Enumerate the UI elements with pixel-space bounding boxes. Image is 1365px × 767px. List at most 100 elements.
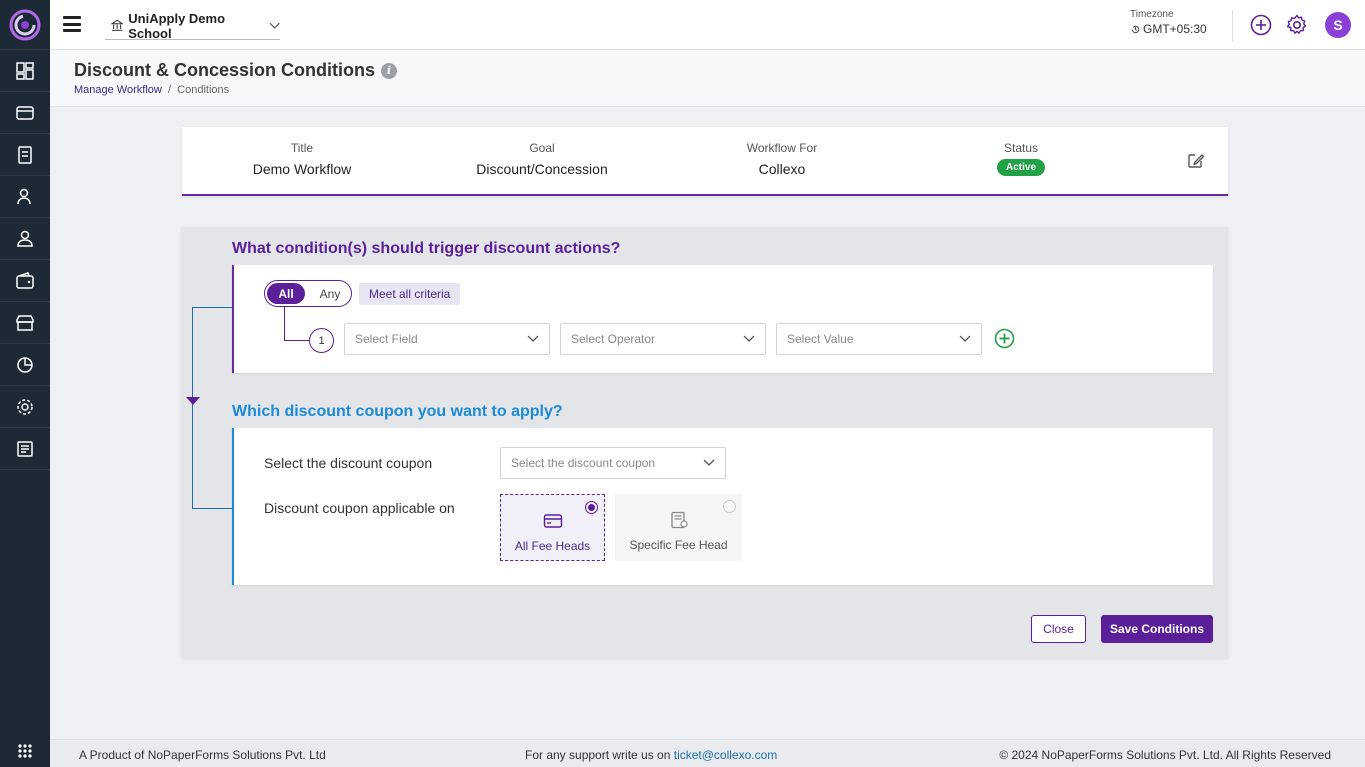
store-icon	[16, 314, 34, 331]
option-specific-fee-head-label: Specific Fee Head	[629, 538, 728, 552]
flow-connector-top	[192, 307, 232, 308]
user-icon	[17, 188, 31, 204]
timezone-value: GMT+05:30	[1143, 22, 1207, 36]
gear-icon	[17, 398, 33, 415]
card-icon	[543, 514, 562, 528]
flow-connector-bottom	[192, 508, 232, 509]
menu-toggle-button[interactable]	[63, 16, 81, 32]
criteria-chip: Meet all criteria	[359, 283, 461, 305]
school-selector[interactable]: UniApply Demo School	[105, 10, 280, 41]
edit-icon[interactable]	[1186, 150, 1206, 170]
select-value-dropdown[interactable]: Select Value	[776, 323, 982, 355]
sidebar-item-dashboard[interactable]	[0, 50, 50, 92]
timezone-label: Timezone	[1130, 9, 1174, 20]
breadcrumb: Manage Workflow / Conditions	[74, 84, 229, 96]
footer-support-text: For any support write us on	[525, 748, 674, 762]
timezone-value-row: GMT+05:30	[1130, 22, 1207, 36]
option-all-fee-heads[interactable]: All Fee Heads	[500, 494, 605, 561]
breadcrumb-separator: /	[164, 84, 175, 96]
summary-status: Status Active	[901, 141, 1141, 176]
summary-goal-value: Discount/Concession	[476, 161, 608, 177]
settings-gear-icon[interactable]	[1286, 14, 1308, 36]
hamburger-line	[63, 22, 81, 26]
summary-title: Title Demo Workflow	[182, 141, 422, 177]
select-operator-placeholder: Select Operator	[571, 332, 656, 346]
select-field-placeholder: Select Field	[355, 332, 418, 346]
coupon-dropdown[interactable]: Select the discount coupon	[500, 447, 726, 479]
dashboard-icon	[16, 61, 34, 80]
sidebar-item-forms[interactable]	[0, 428, 50, 470]
summary-workflow-for-value: Collexo	[758, 161, 806, 177]
chevron-down-icon	[527, 335, 539, 342]
summary-goal-label: Goal	[529, 141, 555, 155]
timezone-display: Timezone GMT+05:30	[1130, 9, 1207, 36]
radio-specific-fee-head[interactable]	[723, 500, 736, 513]
fee-document-icon	[670, 511, 688, 529]
sidebar-item-students[interactable]	[0, 176, 50, 218]
page-title: Discount & Concession Conditions	[74, 60, 376, 80]
info-icon[interactable]: i	[381, 62, 398, 79]
flow-connector-vertical	[192, 307, 193, 509]
app-logo[interactable]	[0, 0, 50, 50]
select-field-dropdown[interactable]: Select Field	[344, 323, 550, 355]
coupon-question: Which discount coupon you want to apply?	[232, 403, 563, 420]
summary-title-value: Demo Workflow	[252, 161, 352, 177]
select-operator-dropdown[interactable]: Select Operator	[560, 323, 766, 355]
save-conditions-button[interactable]: Save Conditions	[1101, 615, 1213, 643]
page-title-row: Discount & Concession Conditions i	[74, 60, 398, 81]
sidebar-item-staff[interactable]	[0, 218, 50, 260]
hamburger-line	[63, 16, 81, 19]
history-icon	[1131, 25, 1140, 33]
grid-icon	[18, 744, 32, 758]
option-specific-fee-head[interactable]: Specific Fee Head	[615, 494, 742, 561]
wallet-icon	[16, 271, 34, 289]
footer-support: For any support write us on ticket@colle…	[525, 748, 777, 762]
toggle-any[interactable]: Any	[311, 283, 349, 304]
conditions-question: What condition(s) should trigger discoun…	[232, 240, 621, 257]
sidebar	[0, 0, 50, 767]
flow-arrow-down-icon	[186, 397, 200, 405]
summary-status-label: Status	[1003, 141, 1039, 155]
sidebar-item-wallet[interactable]	[0, 260, 50, 302]
condition-row-number: 1	[309, 328, 334, 353]
close-button[interactable]: Close	[1031, 615, 1086, 643]
summary-workflow-for-label: Workflow For	[746, 141, 818, 155]
add-condition-icon[interactable]	[994, 328, 1015, 349]
radio-dot	[588, 504, 595, 511]
breadcrumb-manage-workflow[interactable]: Manage Workflow	[74, 84, 162, 96]
conditions-card	[232, 265, 1213, 373]
collexo-logo-icon	[9, 9, 41, 40]
sidebar-item-store[interactable]	[0, 302, 50, 344]
sidebar-item-payments[interactable]	[0, 92, 50, 134]
footer-support-email[interactable]: ticket@collexo.com	[674, 748, 778, 762]
radio-all-fee-heads[interactable]	[585, 501, 598, 514]
footer: A Product of NoPaperForms Solutions Pvt.…	[50, 739, 1365, 767]
status-badge: Active	[996, 159, 1045, 176]
footer-product: A Product of NoPaperForms Solutions Pvt.…	[79, 748, 326, 762]
card-icon	[16, 105, 34, 120]
all-any-toggle: All Any	[264, 280, 352, 307]
footer-copyright: © 2024 NoPaperForms Solutions Pvt. Ltd. …	[999, 748, 1331, 762]
sidebar-item-settings[interactable]	[0, 386, 50, 428]
toggle-all[interactable]: All	[267, 283, 305, 304]
chevron-down-icon	[959, 335, 971, 342]
report-icon	[17, 356, 33, 373]
top-divider	[1232, 10, 1233, 42]
sidebar-item-documents[interactable]	[0, 134, 50, 176]
summary-title-label: Title	[290, 141, 314, 155]
form-icon	[17, 440, 33, 457]
chevron-down-icon	[743, 335, 755, 342]
condition-connector-horizontal	[284, 340, 309, 341]
breadcrumb-current: Conditions	[177, 84, 230, 96]
add-circle-icon[interactable]	[1250, 14, 1272, 36]
sidebar-item-reports[interactable]	[0, 344, 50, 386]
coupon-dropdown-placeholder: Select the discount coupon	[511, 456, 656, 470]
hamburger-line	[63, 29, 81, 32]
apps-grid-button[interactable]	[0, 735, 50, 767]
top-bar: UniApply Demo School Timezone GMT+05:30 …	[50, 0, 1365, 50]
user-avatar[interactable]: S	[1325, 12, 1351, 38]
coupon-select-label: Select the discount coupon	[264, 455, 433, 471]
chevron-down-icon	[269, 22, 280, 29]
school-name: UniApply Demo School	[128, 10, 226, 41]
option-all-fee-heads-label: All Fee Heads	[514, 539, 591, 553]
